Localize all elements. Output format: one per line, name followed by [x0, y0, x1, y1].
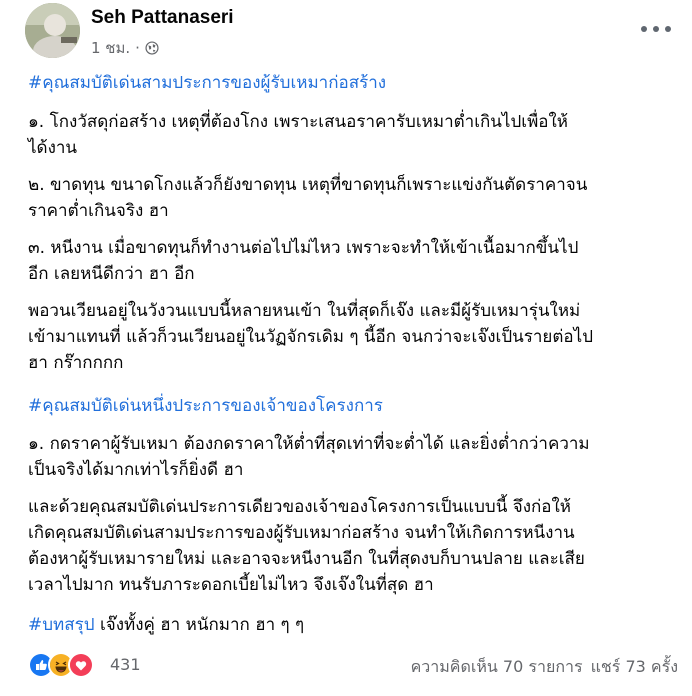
post-paragraph: และด้วยคุณสมบัติเด่นประการเดียวของเจ้าขอ…	[28, 497, 585, 595]
post-footer: 431 ความคิดเห็น 70 รายการ แชร์ 73 ครั้ง	[28, 652, 678, 682]
post-paragraph: #บทสรุป เจ๊งทั้งคู่ ฮา หนักมาก ฮา ๆ ๆ	[28, 612, 678, 638]
separator: ·	[135, 39, 140, 57]
hashtag-link[interactable]: #คุณสมบัติเด่นหนึ่งประการของเจ้าของโครงก…	[28, 393, 678, 419]
hashtag-link[interactable]: #คุณสมบัติเด่นสามประการของผู้รับเหมาก่อส…	[28, 70, 678, 96]
conclusion-text: เจ๊งทั้งคู่ ฮา หนักมาก ฮา ๆ ๆ	[94, 615, 305, 635]
comments-count[interactable]: ความคิดเห็น 70 รายการ	[411, 655, 583, 680]
dot	[641, 26, 647, 32]
dot	[653, 26, 659, 32]
reactions-summary[interactable]	[28, 652, 94, 678]
author-name[interactable]: Seh Pattanaseri	[91, 7, 234, 29]
timestamp[interactable]: 1 ชม.	[91, 36, 130, 60]
engagement-stats: ความคิดเห็น 70 รายการ แชร์ 73 ครั้ง	[411, 655, 678, 680]
love-icon	[68, 652, 94, 678]
post-header: Seh Pattanaseri 1 ชม. ·	[25, 3, 685, 61]
facebook-post: Seh Pattanaseri 1 ชม. · #คุณสมบัติเด่นสา…	[0, 0, 692, 696]
post-paragraph: ๒. ขาดทุน ขนาดโกงแล้วก็ยังขาดทุน เหตุที่…	[28, 175, 588, 221]
reaction-count[interactable]: 431	[110, 655, 141, 674]
dot	[665, 26, 671, 32]
hashtag-link[interactable]: #บทสรุป	[28, 615, 95, 635]
shares-count[interactable]: แชร์ 73 ครั้ง	[591, 655, 678, 680]
post-paragraph: ๓. หนีงาน เมื่อขาดทุนก็ทำงานต่อไปไม่ไหว …	[28, 238, 579, 284]
post-paragraph: ๑. กดราคาผู้รับเหมา ต้องกดราคาให้ต่ำที่ส…	[28, 434, 590, 480]
post-meta: 1 ชม. ·	[91, 36, 159, 60]
post-paragraph: ๑. โกงวัสดุก่อสร้าง เหตุที่ต้องโกง เพราะ…	[28, 112, 568, 158]
avatar-image	[25, 3, 80, 58]
more-options-icon[interactable]	[641, 19, 671, 39]
post-paragraph: พอวนเวียนอยู่ในวังวนแบบนี้หลายหนเข้า ในท…	[28, 301, 593, 373]
avatar[interactable]	[25, 3, 80, 58]
globe-icon[interactable]	[145, 41, 159, 55]
